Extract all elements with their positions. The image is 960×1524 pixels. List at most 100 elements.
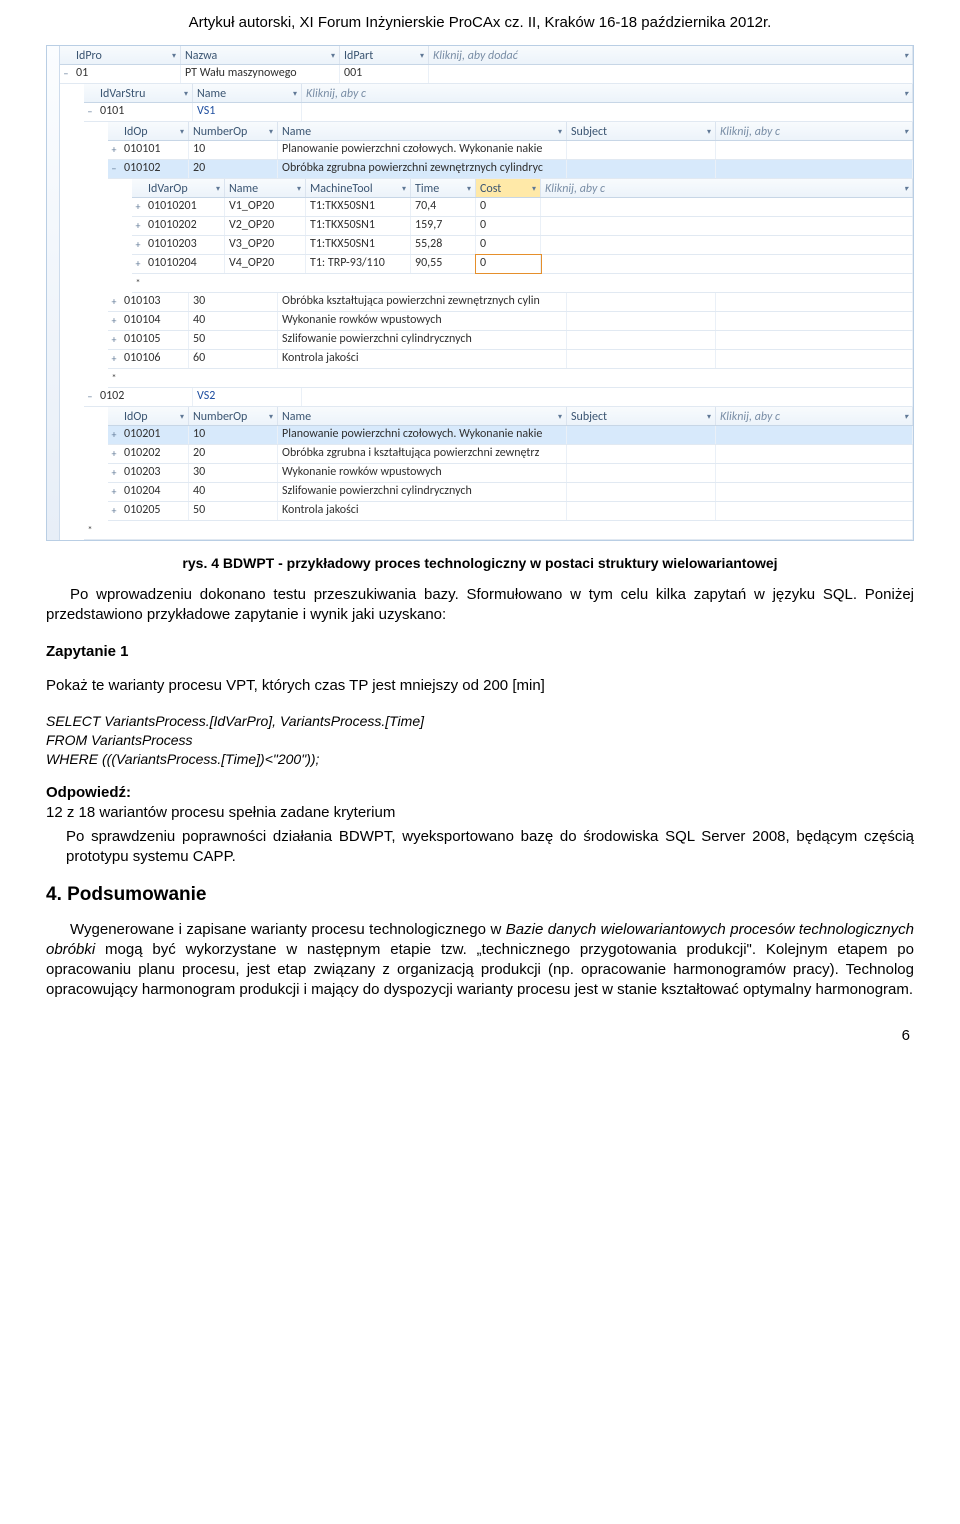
col-idvarstru[interactable]: IdVarStru▾ bbox=[96, 84, 193, 102]
expand-icon[interactable]: + bbox=[132, 217, 144, 235]
l2-data-row[interactable]: +01010660Kontrola jakości bbox=[108, 350, 913, 369]
cell-machinetool[interactable]: T1:TKX50SN1 bbox=[306, 198, 411, 216]
cell-idvarop[interactable]: 01010203 bbox=[144, 236, 225, 254]
cell-idop[interactable]: 010104 bbox=[120, 312, 189, 330]
col-name[interactable]: Name▾ bbox=[278, 122, 567, 140]
expand-icon[interactable]: + bbox=[108, 293, 120, 311]
chevron-down-icon[interactable]: ▾ bbox=[172, 51, 176, 61]
l1-data-row[interactable]: − 0102 VS2 bbox=[84, 388, 913, 407]
col-subject[interactable]: Subject▾ bbox=[567, 122, 716, 140]
col-nazwa[interactable]: Nazwa▾ bbox=[181, 46, 340, 64]
cell-subject[interactable] bbox=[567, 426, 716, 444]
expand-icon[interactable]: + bbox=[132, 198, 144, 216]
cell-idop[interactable]: 010103 bbox=[120, 293, 189, 311]
l2-data-row[interactable]: −01010220Obróbka zgrubna powierzchni zew… bbox=[108, 160, 913, 179]
expand-icon[interactable]: + bbox=[108, 141, 120, 159]
cell-idop[interactable]: 010203 bbox=[120, 464, 189, 482]
cell-name[interactable]: Wykonanie rowków wpustowych bbox=[278, 464, 567, 482]
cell-numberop[interactable]: 60 bbox=[189, 350, 278, 368]
col-numberop[interactable]: NumberOp▾ bbox=[189, 122, 278, 140]
cell-numberop[interactable]: 20 bbox=[189, 160, 278, 178]
cell-name[interactable]: Kontrola jakości bbox=[278, 502, 567, 520]
expand-icon[interactable]: + bbox=[108, 426, 120, 444]
cell-subject[interactable] bbox=[567, 483, 716, 501]
cell-numberop[interactable]: 10 bbox=[189, 426, 278, 444]
cell-idop[interactable]: 010102 bbox=[120, 160, 189, 178]
cell-subject[interactable] bbox=[567, 502, 716, 520]
expand-icon[interactable]: − bbox=[60, 65, 72, 83]
expand-icon[interactable]: + bbox=[108, 312, 120, 330]
new-record-row[interactable]: * bbox=[132, 274, 913, 293]
col-idvarop[interactable]: IdVarOp▾ bbox=[144, 179, 225, 197]
cell-name[interactable]: V3_OP20 bbox=[225, 236, 306, 254]
datasheet-grid[interactable]: IdPro▾ Nazwa▾ IdPart▾ Kliknij, aby dodać… bbox=[46, 45, 914, 541]
expand-icon[interactable]: + bbox=[108, 350, 120, 368]
cell-idvarop[interactable]: 01010202 bbox=[144, 217, 225, 235]
cell-name[interactable]: Planowanie powierzchni czołowych. Wykona… bbox=[278, 141, 567, 159]
chevron-down-icon[interactable]: ▾ bbox=[331, 51, 335, 61]
cell-name[interactable]: Obróbka kształtująca powierzchni zewnętr… bbox=[278, 293, 567, 311]
cell-nazwa[interactable]: PT Wału maszynowego bbox=[181, 65, 340, 83]
chevron-down-icon[interactable]: ▾ bbox=[904, 51, 908, 61]
cell-numberop[interactable]: 50 bbox=[189, 331, 278, 349]
cell-name[interactable]: Szlifowanie powierzchni cylindrycznych bbox=[278, 483, 567, 501]
l2-data-row[interactable]: +01020440Szlifowanie powierzchni cylindr… bbox=[108, 483, 913, 502]
expand-icon[interactable]: + bbox=[108, 464, 120, 482]
cell-name[interactable]: Obróbka zgrubna i kształtująca powierzch… bbox=[278, 445, 567, 463]
cell-idop[interactable]: 010204 bbox=[120, 483, 189, 501]
expand-icon[interactable]: − bbox=[108, 160, 120, 178]
cell-numberop[interactable]: 10 bbox=[189, 141, 278, 159]
l2-data-row[interactable]: +01020220Obróbka zgrubna i kształtująca … bbox=[108, 445, 913, 464]
col-add-new[interactable]: Kliknij, aby dodać▾ bbox=[429, 46, 913, 64]
cell-name[interactable]: Obróbka zgrubna powierzchni zewnętrznych… bbox=[278, 160, 567, 178]
cell-machinetool[interactable]: T1:TKX50SN1 bbox=[306, 217, 411, 235]
col-name[interactable]: Name▾ bbox=[225, 179, 306, 197]
cell-cost[interactable]: 0 bbox=[476, 255, 541, 273]
l3-data-row[interactable]: +01010202V2_OP20T1:TKX50SN1159,70 bbox=[132, 217, 913, 236]
cell-idop[interactable]: 010202 bbox=[120, 445, 189, 463]
col-name[interactable]: Name▾ bbox=[193, 84, 302, 102]
col-machinetool[interactable]: MachineTool▾ bbox=[306, 179, 411, 197]
l2-data-row[interactable]: +01020110Planowanie powierzchni czołowyc… bbox=[108, 426, 913, 445]
new-record-row[interactable]: * bbox=[84, 521, 913, 540]
cell-cost[interactable]: 0 bbox=[476, 217, 541, 235]
cell-numberop[interactable]: 30 bbox=[189, 464, 278, 482]
cell-subject[interactable] bbox=[567, 350, 716, 368]
cell-subject[interactable] bbox=[567, 293, 716, 311]
cell-idvarop[interactable]: 01010204 bbox=[144, 255, 225, 273]
record-selector-gutter[interactable] bbox=[47, 46, 60, 540]
col-time[interactable]: Time▾ bbox=[411, 179, 476, 197]
cell-numberop[interactable]: 40 bbox=[189, 483, 278, 501]
cell-numberop[interactable]: 20 bbox=[189, 445, 278, 463]
expand-icon[interactable]: + bbox=[108, 331, 120, 349]
cell-cost[interactable]: 0 bbox=[476, 198, 541, 216]
cell-name[interactable]: Planowanie powierzchni czołowych. Wykona… bbox=[278, 426, 567, 444]
cell-cost[interactable]: 0 bbox=[476, 236, 541, 254]
cell-idpro[interactable]: 01 bbox=[72, 65, 181, 83]
cell-subject[interactable] bbox=[567, 312, 716, 330]
col-idop[interactable]: IdOp▾ bbox=[120, 122, 189, 140]
col-idpart[interactable]: IdPart▾ bbox=[340, 46, 429, 64]
col-add-new[interactable]: Kliknij, aby c▾ bbox=[302, 84, 913, 102]
cell-subject[interactable] bbox=[567, 160, 716, 178]
cell-numberop[interactable]: 40 bbox=[189, 312, 278, 330]
col-cost[interactable]: Cost▾ bbox=[476, 179, 541, 197]
l2-data-row[interactable]: +01010440Wykonanie rowków wpustowych bbox=[108, 312, 913, 331]
cell-numberop[interactable]: 50 bbox=[189, 502, 278, 520]
cell-time[interactable]: 70,4 bbox=[411, 198, 476, 216]
expand-icon[interactable]: + bbox=[108, 502, 120, 520]
expand-icon[interactable]: − bbox=[84, 388, 96, 406]
cell-idop[interactable]: 010201 bbox=[120, 426, 189, 444]
cell-idop[interactable]: 010101 bbox=[120, 141, 189, 159]
l2-data-row[interactable]: +01020330Wykonanie rowków wpustowych bbox=[108, 464, 913, 483]
cell-name[interactable]: V1_OP20 bbox=[225, 198, 306, 216]
cell-subject[interactable] bbox=[567, 141, 716, 159]
expand-icon[interactable]: + bbox=[108, 483, 120, 501]
cell-time[interactable]: 90,55 bbox=[411, 255, 476, 273]
l2-data-row[interactable]: +01010550Szlifowanie powierzchni cylindr… bbox=[108, 331, 913, 350]
cell-name[interactable]: Szlifowanie powierzchni cylindrycznych bbox=[278, 331, 567, 349]
cell-time[interactable]: 159,7 bbox=[411, 217, 476, 235]
l3-data-row[interactable]: +01010203V3_OP20T1:TKX50SN155,280 bbox=[132, 236, 913, 255]
cell-subject[interactable] bbox=[567, 331, 716, 349]
chevron-down-icon[interactable]: ▾ bbox=[420, 51, 424, 61]
